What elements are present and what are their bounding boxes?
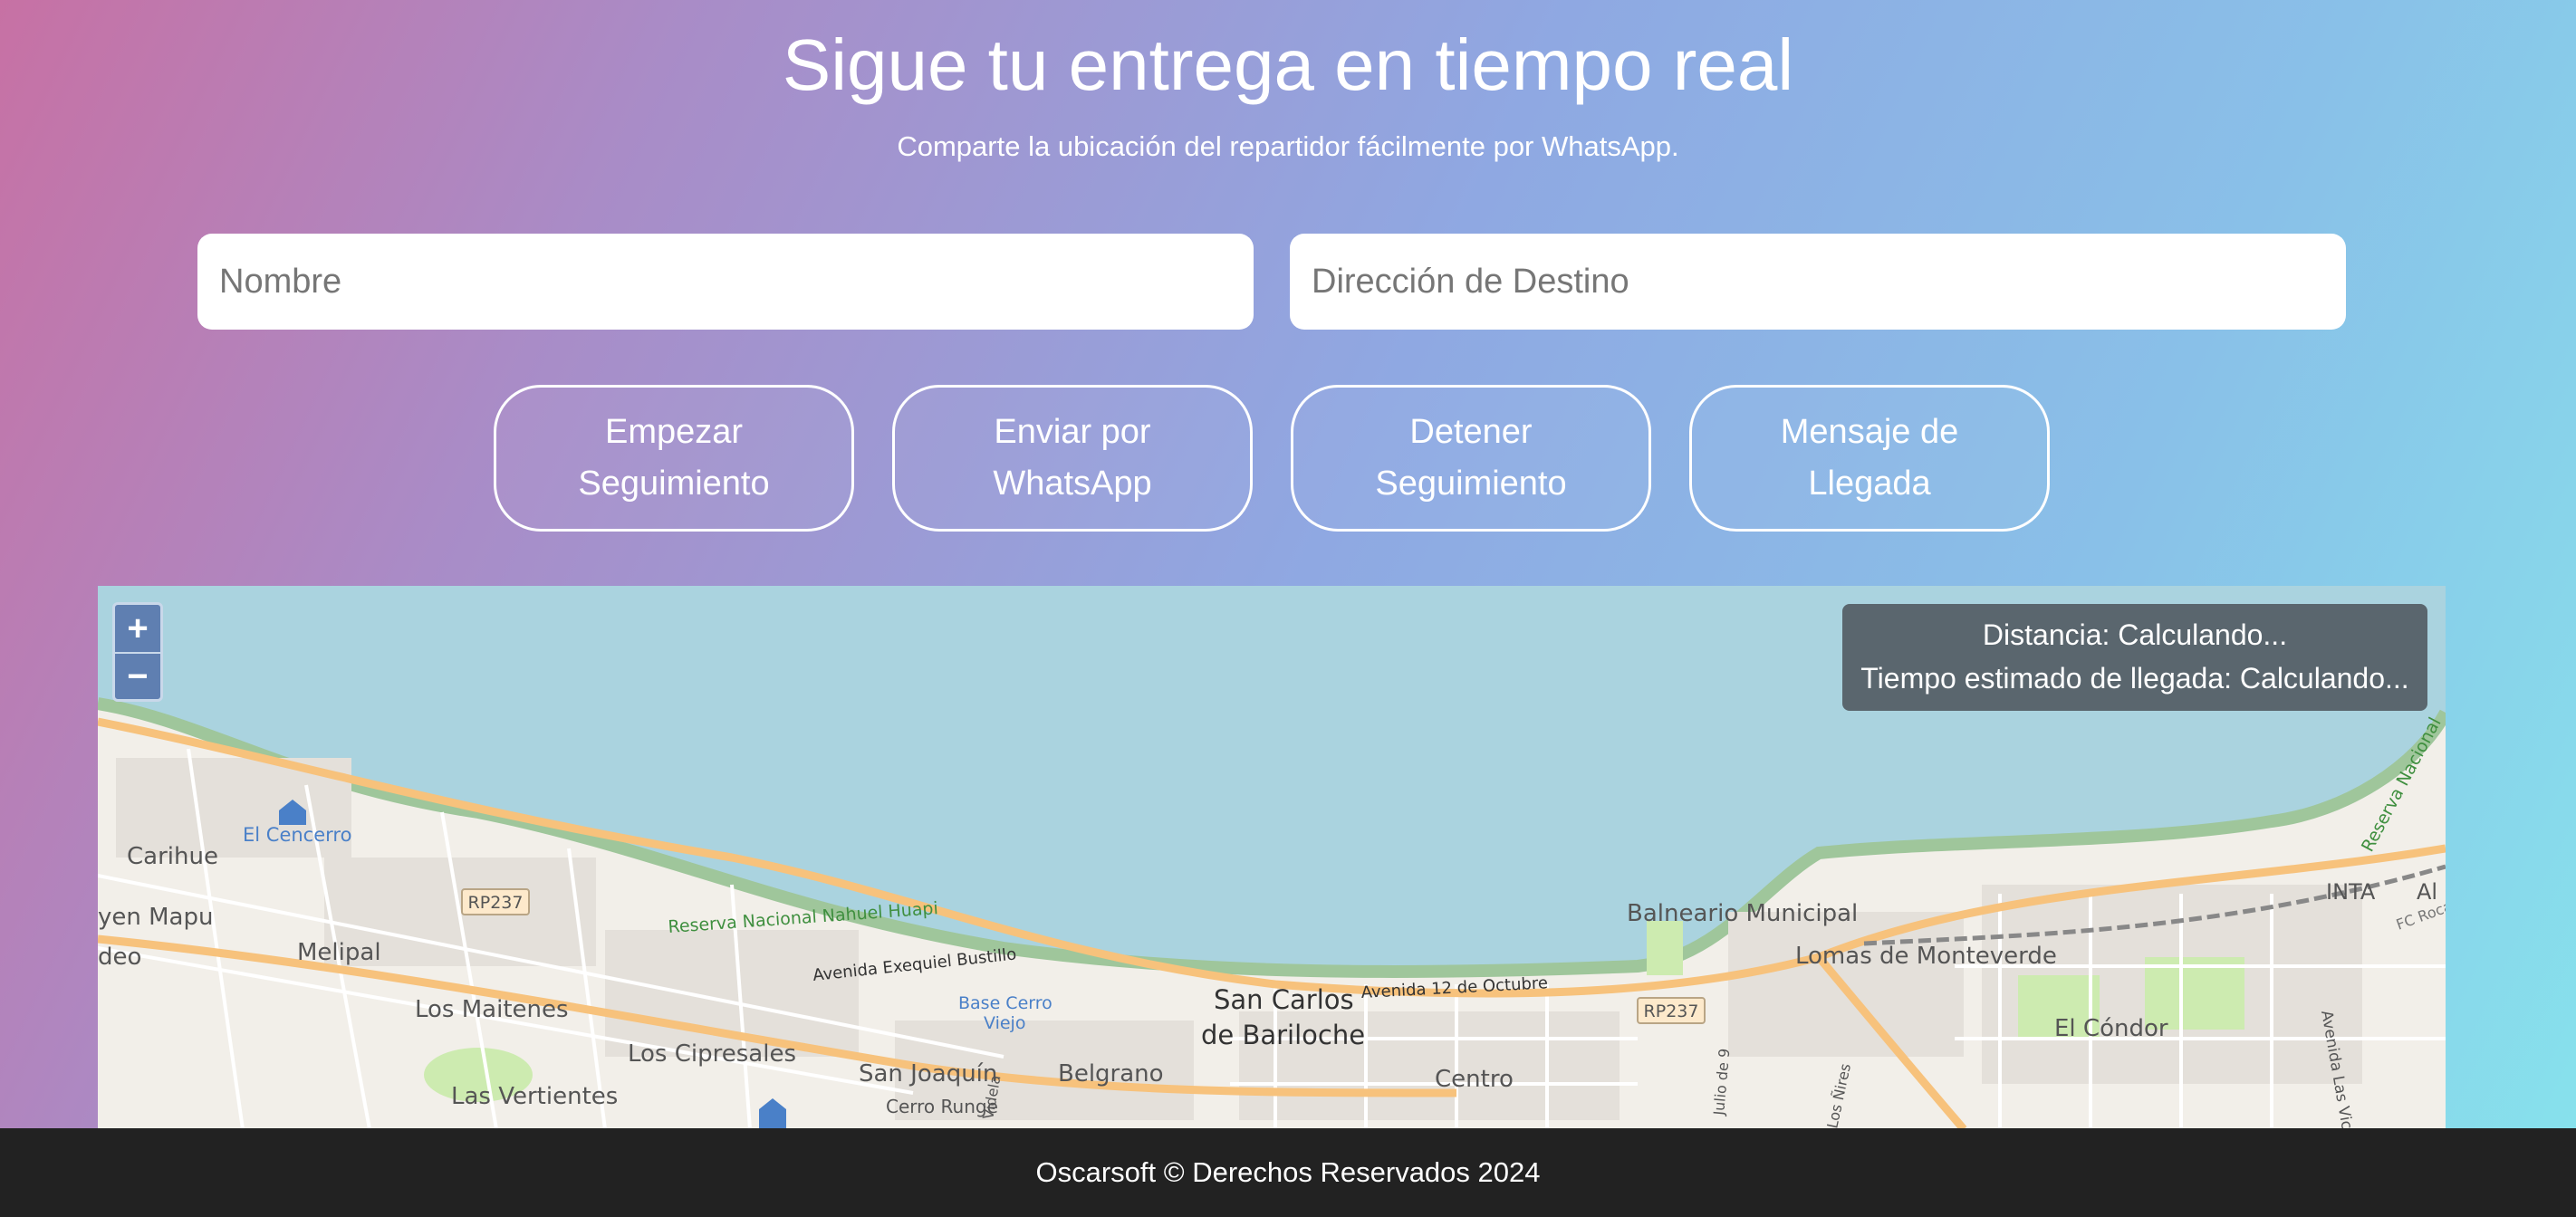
arrival-message-button[interactable]: Mensaje de Llegada xyxy=(1689,385,2050,532)
map-label: Balneario Municipal xyxy=(1627,900,1858,927)
road-shield-rp237-left: RP237 xyxy=(461,888,530,915)
destination-input[interactable] xyxy=(1290,234,2346,330)
map-label: Base Cerro xyxy=(958,993,1053,1013)
map-label: San Joaquín xyxy=(859,1060,997,1088)
tracking-info-panel: Distancia: Calculando... Tiempo estimado… xyxy=(1842,604,2427,711)
map-label: Los Cipresales xyxy=(628,1040,796,1068)
map-label: Las Vertientes xyxy=(451,1083,618,1110)
footer-text: Oscarsoft © Derechos Reservados 2024 xyxy=(1035,1156,1541,1188)
footer: Oscarsoft © Derechos Reservados 2024 xyxy=(0,1128,2576,1217)
map-label: El Cóndor xyxy=(2054,1015,2168,1042)
map-label: Los Maitenes xyxy=(415,996,569,1023)
zoom-out-button[interactable]: − xyxy=(115,652,160,699)
map-label: Belgrano xyxy=(1058,1060,1164,1088)
svg-text:RP237: RP237 xyxy=(1644,1001,1699,1021)
map-label: Carihue xyxy=(127,843,218,870)
map-label: Lomas de Monteverde xyxy=(1795,943,2057,970)
distance-text: Distancia: Calculando... xyxy=(1982,618,2288,651)
map-label: deo xyxy=(98,944,141,971)
svg-text:RP237: RP237 xyxy=(468,893,524,913)
map-label: San Carlos xyxy=(1214,984,1354,1015)
zoom-control: + − xyxy=(112,602,163,702)
map-label: Viejo xyxy=(984,1013,1025,1033)
map-label: Centro xyxy=(1435,1066,1514,1093)
map-label: Al xyxy=(2417,879,2437,905)
road-shield-rp237-right: RP237 xyxy=(1637,997,1706,1024)
map-label: yen Mapu xyxy=(98,904,213,931)
map[interactable]: El Cencerro Carihue yen Mapu deo Melipal… xyxy=(98,586,2446,1129)
start-tracking-button[interactable]: Empezar Seguimiento xyxy=(494,385,854,532)
eta-text: Tiempo estimado de llegada: Calculando..… xyxy=(1860,662,2409,695)
send-whatsapp-button[interactable]: Enviar por WhatsApp xyxy=(892,385,1253,532)
stop-tracking-button[interactable]: Detener Seguimiento xyxy=(1291,385,1651,532)
name-input[interactable] xyxy=(197,234,1254,330)
map-label: de Bariloche xyxy=(1201,1020,1365,1050)
page-title: Sigue tu entrega en tiempo real xyxy=(782,24,1794,105)
map-label: Melipal xyxy=(297,939,381,966)
page-subtitle: Comparte la ubicación del repartidor fác… xyxy=(897,130,1679,162)
map-label: El Cencerro xyxy=(243,824,351,846)
zoom-in-button[interactable]: + xyxy=(115,605,160,652)
map-label: INTA xyxy=(2326,879,2376,905)
